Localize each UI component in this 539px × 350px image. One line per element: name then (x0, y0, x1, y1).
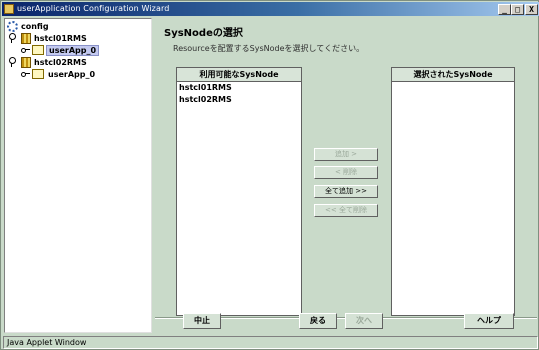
tree-node-label: userApp_0 (46, 45, 100, 56)
maximize-button[interactable]: □ (511, 4, 524, 15)
node-connector-icon (21, 47, 30, 53)
list-item[interactable]: hstcl02RMS (177, 94, 301, 106)
close-button[interactable]: X (525, 4, 538, 15)
available-list-header: 利用可能なSysNode (177, 68, 301, 82)
remove-all-button[interactable]: << 全て削除 (314, 204, 378, 217)
instruction-text: Resourceを配置するSysNodeを選択してください。 (173, 44, 365, 53)
available-sysnode-list[interactable]: 利用可能なSysNode hstcl01RMS hstcl02RMS (176, 67, 302, 316)
help-button[interactable]: ヘルプ (464, 313, 514, 329)
remove-button[interactable]: < 削除 (314, 166, 378, 179)
java-app-icon (4, 4, 14, 14)
application-icon (32, 45, 44, 55)
tree-node-label: hstcl01RMS (34, 34, 87, 43)
selected-list-header: 選択されたSysNode (392, 68, 514, 82)
add-button[interactable]: 追加 > (314, 148, 378, 161)
status-text: Java Applet Window (7, 338, 87, 347)
configuration-tree[interactable]: config hstcl01RMS userApp_0 hstcl02RMS u… (4, 18, 152, 333)
node-connector-icon (21, 71, 30, 77)
tree-node-label: userApp_0 (48, 70, 96, 79)
window-title: userApplication Configuration Wizard (17, 4, 170, 13)
host-icon (21, 33, 31, 44)
cancel-button[interactable]: 中止 (183, 313, 221, 329)
back-button[interactable]: 戻る (299, 313, 337, 329)
title-bar[interactable]: userApplication Configuration Wizard _ □… (2, 2, 539, 16)
page-title: SysNodeの選択 (164, 28, 243, 39)
add-all-button[interactable]: 全て追加 >> (314, 185, 378, 198)
tree-node-label: hstcl02RMS (34, 58, 87, 67)
selected-sysnode-list[interactable]: 選択されたSysNode (391, 67, 515, 316)
tree-node-label: config (21, 22, 49, 31)
config-root-icon (7, 21, 18, 32)
expand-toggle-icon[interactable] (8, 57, 16, 67)
host-icon (21, 57, 31, 68)
expand-toggle-icon[interactable] (8, 33, 16, 43)
minimize-button[interactable]: _ (498, 4, 511, 15)
wizard-panel: SysNodeの選択 Resourceを配置するSysNodeを選択してください… (155, 18, 537, 333)
status-bar: Java Applet Window (3, 336, 538, 349)
list-item[interactable]: hstcl01RMS (177, 82, 301, 94)
wizard-window: userApplication Configuration Wizard _ □… (0, 0, 539, 350)
application-icon (32, 69, 44, 79)
next-button[interactable]: 次へ (345, 313, 383, 329)
